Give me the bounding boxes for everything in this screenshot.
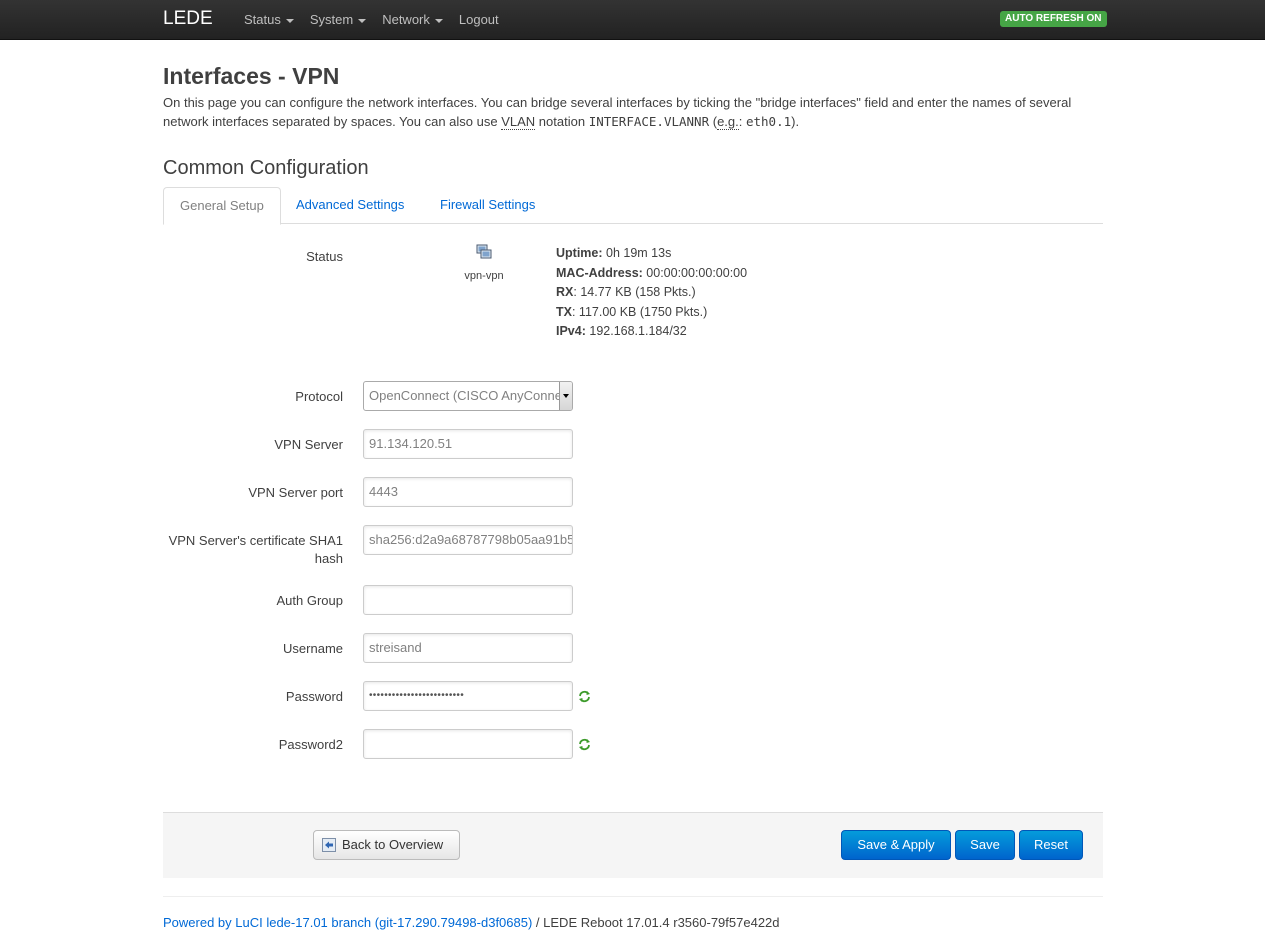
vpn-server-label: VPN Server (274, 437, 343, 452)
vlan-abbr: VLAN (501, 113, 536, 130)
username-input[interactable]: streisand (363, 633, 573, 663)
desc-code: eth0.1 (745, 113, 792, 129)
status-uptime: Uptime: 0h 19m 13s (556, 244, 671, 264)
chevron-down-icon (434, 18, 443, 23)
top-navbar: LEDE Status System Network Logout AUTO R… (0, 0, 1265, 40)
section-title: Common Configuration (163, 157, 369, 179)
nav-network-label: Network (382, 12, 430, 27)
status-tx: TX: 117.00 KB (1750 Pkts.) (556, 303, 707, 323)
save-apply-button[interactable]: Save & Apply (841, 830, 951, 860)
cert-hash-label: VPN Server's certificate SHA1 hash (153, 532, 343, 568)
page-title: Interfaces - VPN (163, 63, 340, 89)
desc-text: ( (709, 113, 718, 129)
auth-group-label: Auth Group (276, 593, 344, 608)
tab-general-setup[interactable]: General Setup (163, 187, 281, 225)
footer-divider (163, 896, 1103, 897)
reveal-password2-icon[interactable] (578, 738, 591, 751)
uptime-value: 0h 19m 13s (606, 246, 672, 260)
nav-logout[interactable]: Logout (451, 0, 507, 40)
auth-group-input[interactable] (363, 585, 573, 615)
chevron-down-icon (285, 18, 294, 23)
cert-hash-label-line2: hash (314, 551, 343, 566)
select-arrow-icon (559, 382, 572, 410)
vpn-server-port-input[interactable]: 4443 (363, 477, 573, 507)
desc-code: INTERFACE.VLANNR (588, 113, 710, 129)
footer-separator: / (532, 915, 544, 930)
rx-value: : 14.77 KB (158 Pkts.) (573, 285, 696, 299)
nav-network[interactable]: Network (374, 0, 451, 40)
cert-hash-input[interactable]: sha256:d2a9a68787798b05aa91b5 (363, 525, 573, 555)
reveal-password-icon[interactable] (578, 690, 591, 703)
desc-text: ). (791, 113, 800, 129)
nav-logout-label: Logout (458, 12, 499, 27)
back-to-overview-button[interactable]: Back to Overview (313, 830, 460, 860)
password2-input[interactable] (363, 729, 573, 759)
back-arrow-icon (322, 838, 336, 852)
uptime-label: Uptime: (556, 246, 603, 260)
interface-name: vpn-vpn (464, 270, 504, 282)
vpn-server-input[interactable]: 91.134.120.51 (363, 429, 573, 459)
password-label: Password (285, 689, 343, 704)
mac-label: MAC-Address: (556, 265, 643, 280)
password-input[interactable]: ••••••••••••••••••••••••• (363, 681, 573, 711)
status-ipv4: IPv4: 192.168.1.184/32 (556, 322, 687, 342)
network-interface-icon (476, 244, 492, 259)
eg-abbr: e.g. (717, 113, 739, 130)
nav-status-label: Status (244, 12, 281, 27)
page-description: On this page you can configure the netwo… (163, 94, 1103, 131)
brand-logo[interactable]: LEDE (163, 8, 213, 30)
nav-system[interactable]: System (302, 0, 374, 40)
tx-value: : 117.00 KB (1750 Pkts.) (571, 304, 708, 319)
password2-label: Password2 (278, 737, 343, 752)
tx-label: TX (556, 304, 572, 319)
protocol-selected-value: OpenConnect (CISCO AnyConnect) (369, 388, 573, 403)
main-nav: Status System Network Logout (236, 0, 507, 40)
status-mac: MAC-Address: 00:00:00:00:00:00 (556, 264, 747, 284)
cert-hash-label-line1: VPN Server's certificate SHA1 (168, 533, 343, 548)
nav-system-label: System (309, 12, 354, 27)
footer: Powered by LuCI lede-17.01 branch (git-1… (163, 914, 780, 932)
reset-button[interactable]: Reset (1019, 830, 1083, 860)
luci-link[interactable]: Powered by LuCI lede-17.01 branch (git-1… (163, 915, 532, 930)
desc-text: notation (535, 113, 589, 129)
nav-status[interactable]: Status (236, 0, 302, 40)
protocol-select[interactable]: OpenConnect (CISCO AnyConnect) (363, 381, 573, 411)
ipv4-value: 192.168.1.184/32 (589, 324, 687, 338)
vpn-server-port-label: VPN Server port (248, 485, 343, 500)
protocol-label: Protocol (295, 389, 343, 404)
tab-firewall-settings[interactable]: Firewall Settings (424, 187, 551, 224)
status-rx: RX: 14.77 KB (158 Pkts.) (556, 283, 696, 303)
save-button[interactable]: Save (955, 830, 1015, 860)
desc-text: : (738, 113, 746, 129)
form-actions: Back to Overview Save & Apply Save Reset (163, 812, 1103, 878)
back-to-overview-label: Back to Overview (342, 837, 444, 852)
firmware-version: LEDE Reboot 17.01.4 r3560-79f57e422d (543, 915, 780, 930)
status-label: Status (306, 249, 343, 264)
chevron-down-icon (358, 18, 367, 23)
tab-bar: General Setup Advanced Settings Firewall… (163, 187, 1103, 225)
mac-value: 00:00:00:00:00:00 (646, 265, 748, 280)
tab-advanced-settings[interactable]: Advanced Settings (280, 187, 420, 224)
username-label: Username (283, 641, 343, 656)
ipv4-label: IPv4: (556, 324, 586, 338)
rx-label: RX (556, 285, 574, 299)
auto-refresh-toggle[interactable]: AUTO REFRESH ON (1000, 11, 1107, 27)
